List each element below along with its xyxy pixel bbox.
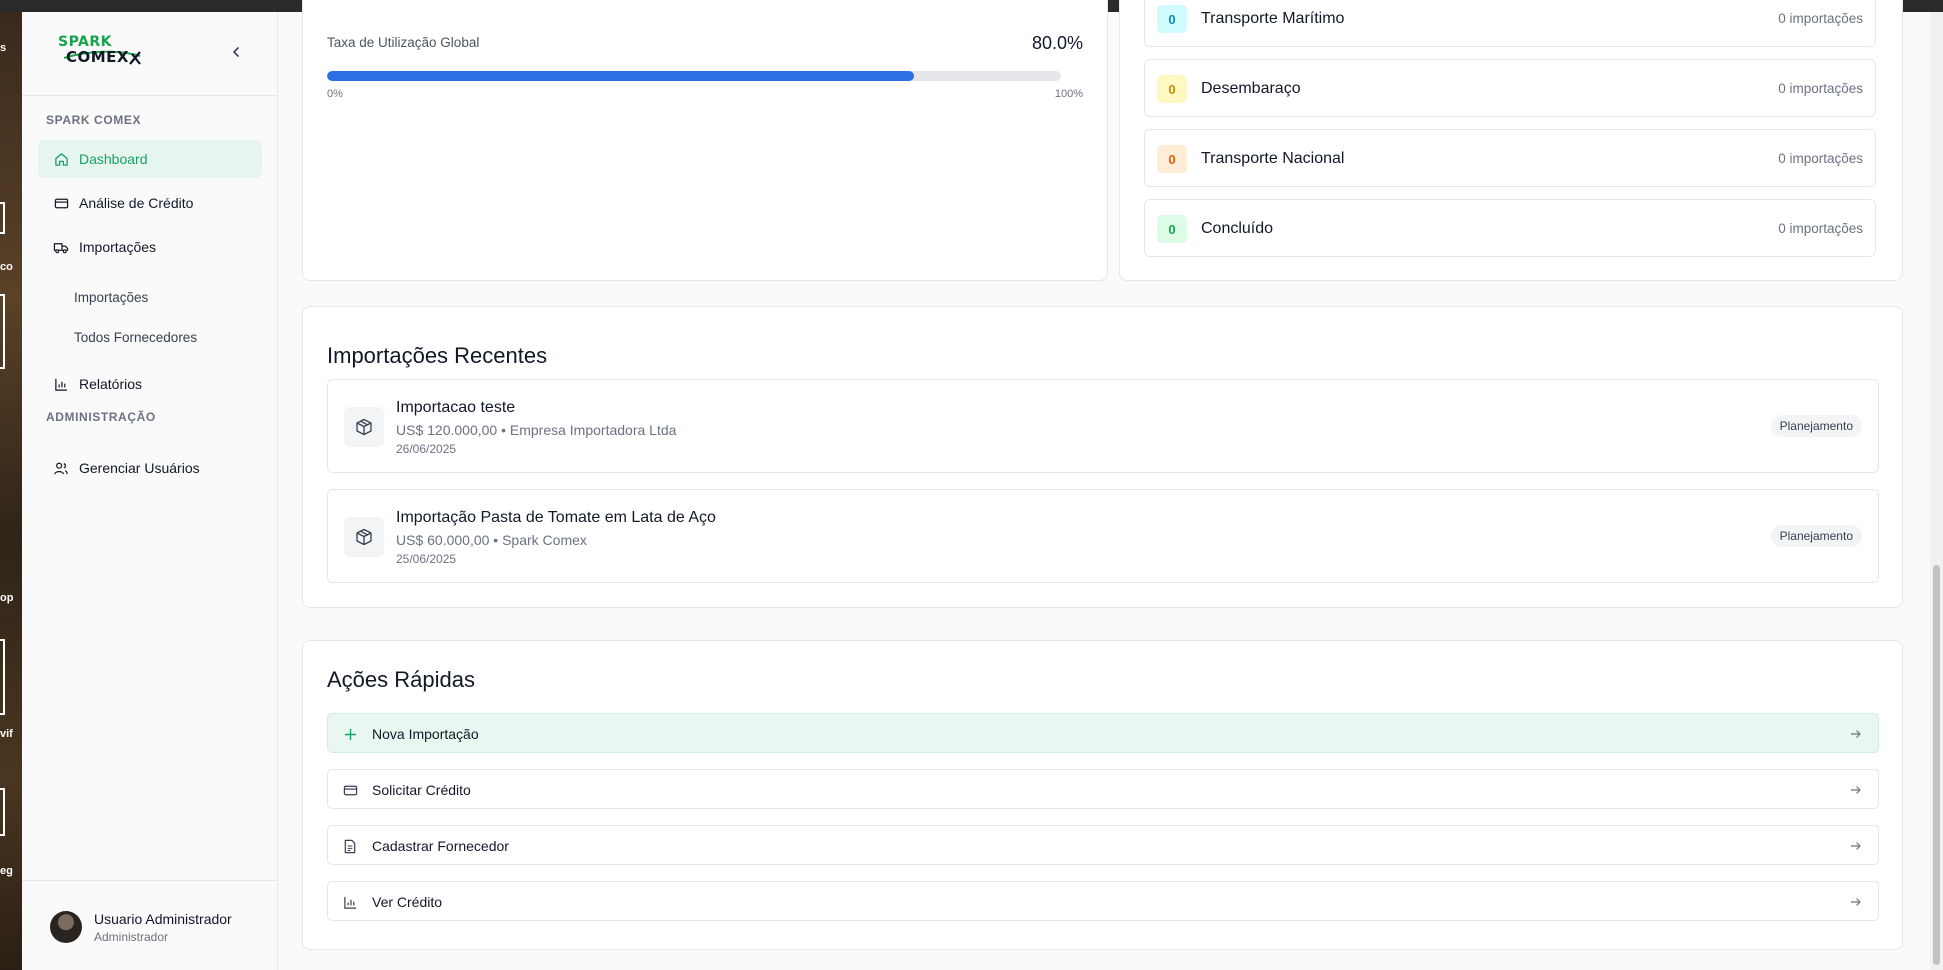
stage-import-count: 0 importações (1778, 81, 1863, 96)
section-label-main: SPARK COMEX (46, 113, 142, 127)
sidebar-item-credit-analysis[interactable]: Análise de Crédito (38, 184, 262, 222)
action-label: Ver Crédito (372, 894, 443, 910)
arrow-right-icon (1851, 898, 1861, 906)
import-stages-card: 0 Transporte Marítimo 0 importações 0 De… (1119, 0, 1903, 281)
user-name: Usuario Administrador (94, 911, 232, 927)
user-role: Administrador (94, 930, 169, 944)
status-badge: Planejamento (1770, 525, 1862, 547)
users-icon (53, 460, 69, 476)
truck-icon (53, 239, 69, 255)
import-meta: US$ 120.000,00 • Empresa Importadora Ltd… (396, 422, 677, 438)
desktop-label-fragment[interactable]: s (0, 42, 22, 54)
recent-imports-card: Importações Recentes Importacao teste US… (302, 306, 1903, 608)
stage-name: Transporte Marítimo (1201, 10, 1345, 27)
sidebar-item-label: Relatórios (79, 376, 143, 392)
sidebar-header: SPARK COMEX (22, 12, 277, 96)
stage-row-national-transport[interactable]: 0 Transporte Nacional 0 importações (1144, 129, 1876, 187)
stage-row-maritime[interactable]: 0 Transporte Marítimo 0 importações (1144, 0, 1876, 47)
progress-max-label: 100% (1054, 88, 1083, 100)
sidebar-item-manage-users[interactable]: Gerenciar Usuários (38, 449, 262, 487)
desktop-icon-fragment[interactable] (0, 202, 5, 234)
sidebar-item-label: Gerenciar Usuários (79, 460, 200, 476)
import-date: 26/06/2025 (396, 442, 457, 456)
credit-card-icon (53, 195, 69, 211)
desktop-icon-fragment[interactable] (0, 294, 5, 369)
app-window: SPARK COMEX SPARK COMEX Dashboard Anális… (22, 0, 1943, 970)
stage-import-count: 0 importações (1778, 221, 1863, 236)
package-icon (344, 407, 384, 447)
avatar (50, 911, 82, 943)
stage-name: Desembaraço (1201, 80, 1301, 97)
import-title: Importacao teste (396, 399, 516, 416)
import-row[interactable]: Importação Pasta de Tomate em Lata de Aç… (327, 489, 1879, 583)
quick-actions-card: Ações Rápidas Nova Importação Solicitar … (302, 640, 1903, 950)
collapse-sidebar-button[interactable] (224, 40, 248, 64)
stage-name: Transporte Nacional (1201, 150, 1345, 167)
plus-icon (342, 726, 358, 742)
spark-comex-logo[interactable]: SPARK COMEX (58, 34, 141, 70)
desktop-wallpaper-edge: s co op vif eg (0, 12, 22, 970)
utilization-label: Taxa de Utilização Global (327, 35, 480, 50)
desktop-icon-fragment[interactable] (0, 788, 5, 836)
progress-min-label: 0% (327, 88, 343, 100)
status-badge: Planejamento (1770, 415, 1862, 437)
chevron-left-icon (232, 47, 239, 57)
quick-actions-title: Ações Rápidas (327, 667, 475, 692)
desktop-label-fragment[interactable]: vif (0, 728, 22, 740)
logo-text-bottom: COMEX (66, 48, 129, 66)
utilization-value: 80.0% (1031, 33, 1083, 53)
import-meta: US$ 60.000,00 • Spark Comex (396, 532, 587, 548)
desktop-icon-fragment[interactable] (0, 639, 5, 715)
action-label: Nova Importação (372, 726, 479, 742)
desktop-label-fragment[interactable]: op (0, 592, 22, 604)
sidebar-item-label: Importações (79, 239, 157, 255)
user-profile[interactable]: Usuario Administrador Administrador (22, 880, 278, 970)
sidebar-item-label: Dashboard (79, 151, 148, 167)
import-date: 25/06/2025 (396, 552, 457, 566)
stage-count-badge: 0 (1157, 215, 1187, 243)
package-icon (344, 517, 384, 557)
home-icon (53, 151, 69, 167)
action-label: Solicitar Crédito (372, 782, 471, 798)
sidebar-subitem-imports[interactable]: Importações (74, 290, 148, 305)
arrow-right-icon (1851, 786, 1861, 794)
action-label: Cadastrar Fornecedor (372, 838, 509, 854)
sidebar: SPARK COMEX SPARK COMEX Dashboard Anális… (22, 12, 278, 970)
stage-count-badge: 0 (1157, 75, 1187, 103)
new-import-button[interactable]: Nova Importação (327, 713, 1879, 753)
stage-count-badge: 0 (1157, 5, 1187, 33)
import-row[interactable]: Importacao teste US$ 120.000,00 • Empres… (327, 379, 1879, 473)
request-credit-button[interactable]: Solicitar Crédito (327, 769, 1879, 809)
stage-import-count: 0 importações (1778, 151, 1863, 166)
file-text-icon (342, 838, 358, 854)
sidebar-item-label: Análise de Crédito (79, 195, 194, 211)
utilization-progress-bar (327, 71, 1061, 81)
utilization-progress-fill (327, 71, 915, 81)
import-title: Importação Pasta de Tomate em Lata de Aç… (396, 509, 716, 526)
recent-imports-title: Importações Recentes (327, 343, 548, 368)
stage-row-customs[interactable]: 0 Desembaraço 0 importações (1144, 59, 1876, 117)
desktop-label-fragment[interactable]: co (0, 261, 22, 273)
stage-name: Concluído (1201, 220, 1274, 237)
stage-count-badge: 0 (1157, 145, 1187, 173)
arrow-right-icon (1851, 842, 1861, 850)
utilization-card: Taxa de Utilização Global 80.0% 0% 100% (302, 0, 1108, 281)
sidebar-item-dashboard[interactable]: Dashboard (38, 140, 262, 178)
bar-chart-icon (342, 894, 358, 910)
sidebar-item-reports[interactable]: Relatórios (38, 365, 262, 403)
scrollbar-thumb[interactable] (1933, 565, 1940, 965)
view-credit-button[interactable]: Ver Crédito (327, 881, 1879, 921)
register-supplier-button[interactable]: Cadastrar Fornecedor (327, 825, 1879, 865)
bar-chart-icon (53, 376, 69, 392)
credit-card-icon (342, 782, 358, 798)
stage-import-count: 0 importações (1778, 11, 1863, 26)
arrow-right-icon (1851, 730, 1861, 738)
desktop-label-fragment[interactable]: eg (0, 865, 22, 877)
section-label-admin: ADMINISTRAÇÃO (46, 410, 156, 424)
page-scrollbar[interactable] (1930, 12, 1943, 970)
stage-row-completed[interactable]: 0 Concluído 0 importações (1144, 199, 1876, 257)
sidebar-item-imports[interactable]: Importações (38, 228, 262, 266)
sidebar-subitem-all-suppliers[interactable]: Todos Fornecedores (74, 330, 197, 345)
